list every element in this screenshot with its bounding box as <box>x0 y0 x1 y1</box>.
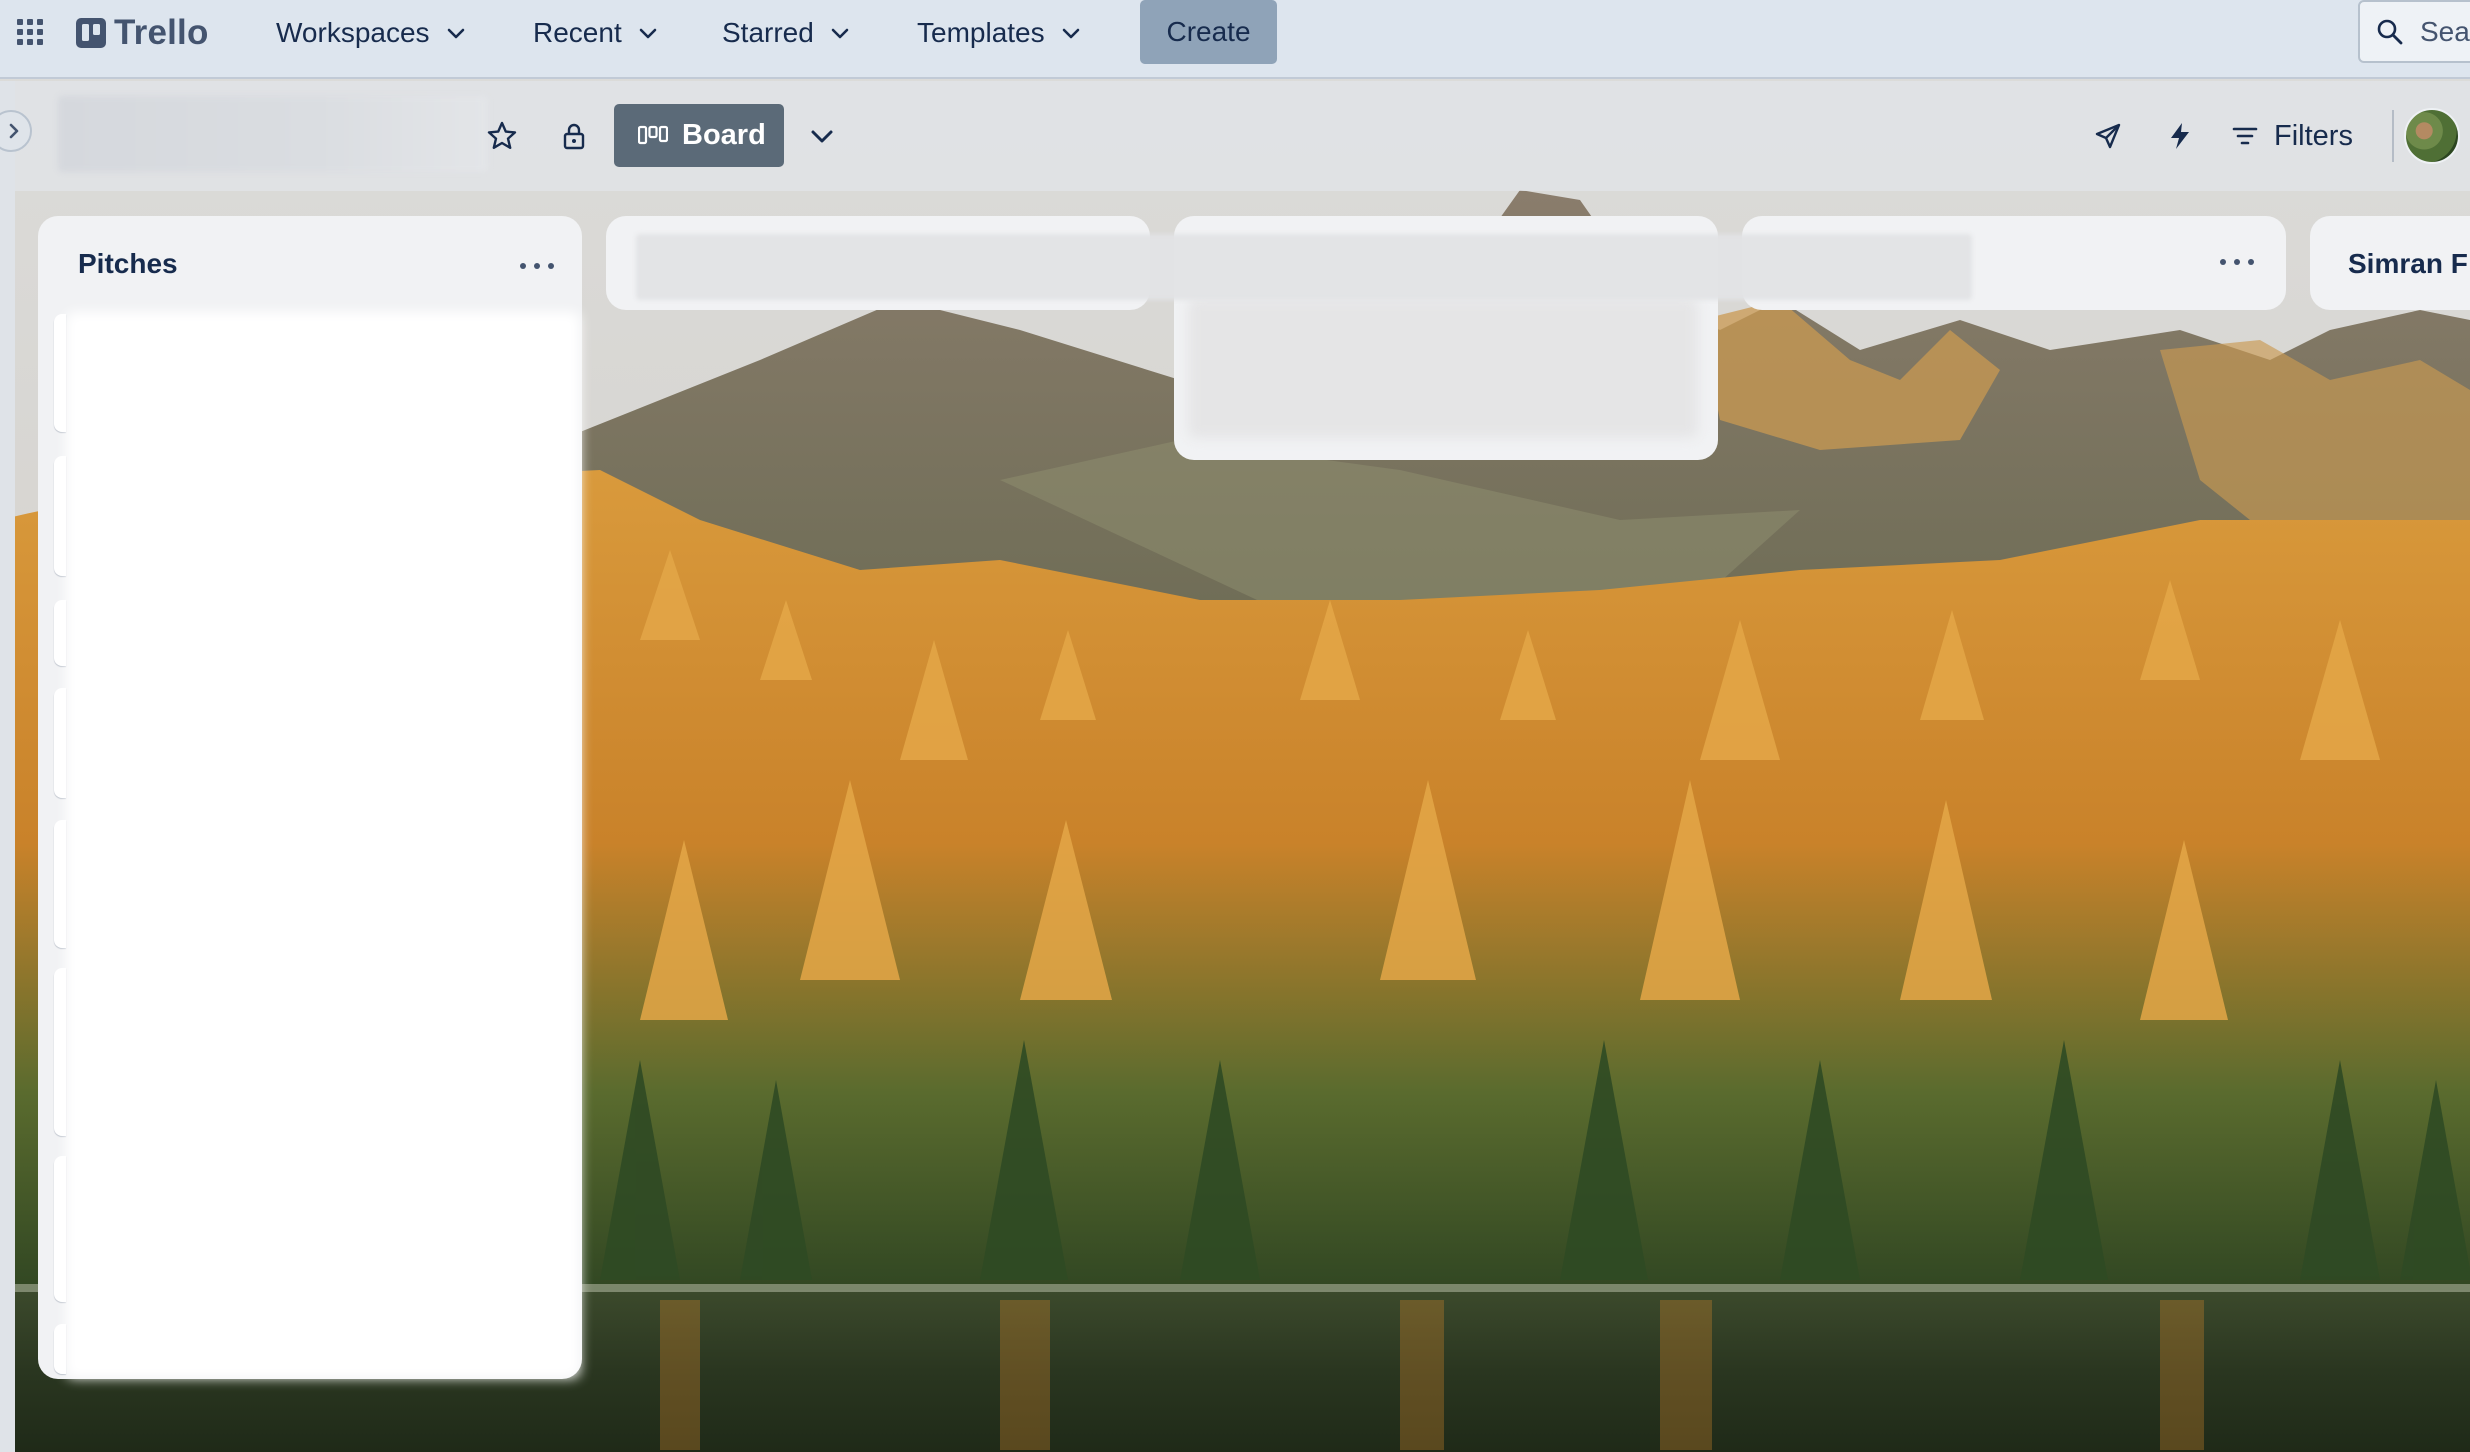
lightning-icon[interactable] <box>2162 118 2198 154</box>
rocket-icon[interactable] <box>2090 118 2126 154</box>
card[interactable] <box>54 600 66 666</box>
create-button[interactable]: Create <box>1140 0 1277 64</box>
trello-logo-icon <box>76 18 106 48</box>
list-pitches: Pitches <box>38 216 582 1379</box>
nav-templates[interactable]: Templates <box>917 10 1081 55</box>
card[interactable] <box>54 314 66 432</box>
nav-starred-label: Starred <box>722 16 814 48</box>
card[interactable] <box>54 820 66 948</box>
board-view-button[interactable]: Board <box>614 104 784 167</box>
top-navigation-bar: Trello Workspaces Recent Starred Templat… <box>0 0 2470 79</box>
more-icon[interactable] <box>2220 259 2254 271</box>
search-input[interactable]: Sea <box>2358 0 2470 63</box>
filters-label: Filters <box>2274 119 2353 152</box>
board-view-label: Board <box>682 119 766 151</box>
card[interactable] <box>54 1156 66 1302</box>
nav-recent-label: Recent <box>533 16 622 48</box>
card[interactable] <box>54 688 66 798</box>
nav-workspaces[interactable]: Workspaces <box>276 10 466 55</box>
list-title[interactable]: Pitches <box>78 248 178 280</box>
card[interactable] <box>54 1324 66 1374</box>
board-title[interactable] <box>58 96 488 172</box>
chevron-down-icon <box>831 28 849 38</box>
chevron-down-icon <box>447 28 464 38</box>
lock-icon[interactable] <box>556 118 592 154</box>
nav-starred[interactable]: Starred <box>722 10 850 55</box>
collapsed-sidebar <box>0 81 15 1452</box>
star-icon[interactable] <box>484 118 520 154</box>
chevron-down-icon[interactable] <box>804 118 840 154</box>
nav-recent[interactable]: Recent <box>533 10 658 55</box>
card[interactable] <box>54 456 66 576</box>
nav-templates-label: Templates <box>917 16 1045 48</box>
card[interactable] <box>54 968 66 1136</box>
app-name: Trello <box>114 13 209 52</box>
member-avatar[interactable] <box>2404 108 2460 164</box>
list-title[interactable]: Simran F <box>2348 248 2468 280</box>
list-titles-redacted <box>636 234 1972 300</box>
card[interactable] <box>1188 298 1698 438</box>
more-icon[interactable] <box>520 263 554 275</box>
nav-workspaces-label: Workspaces <box>276 16 430 48</box>
search-placeholder: Sea <box>2420 15 2470 47</box>
chevron-right-icon <box>9 123 19 139</box>
header-divider <box>2392 110 2394 162</box>
chevron-down-icon <box>639 28 657 38</box>
trello-logo[interactable]: Trello <box>76 13 209 53</box>
list-simran: Simran F <box>2310 216 2470 310</box>
card-list-content <box>66 312 580 1378</box>
chevron-down-icon <box>1062 28 1079 38</box>
board-icon <box>638 125 668 144</box>
search-icon <box>2377 19 2403 44</box>
filter-icon <box>2232 127 2258 145</box>
grid-icon[interactable] <box>16 18 44 46</box>
filters-button[interactable]: Filters <box>2232 112 2353 160</box>
